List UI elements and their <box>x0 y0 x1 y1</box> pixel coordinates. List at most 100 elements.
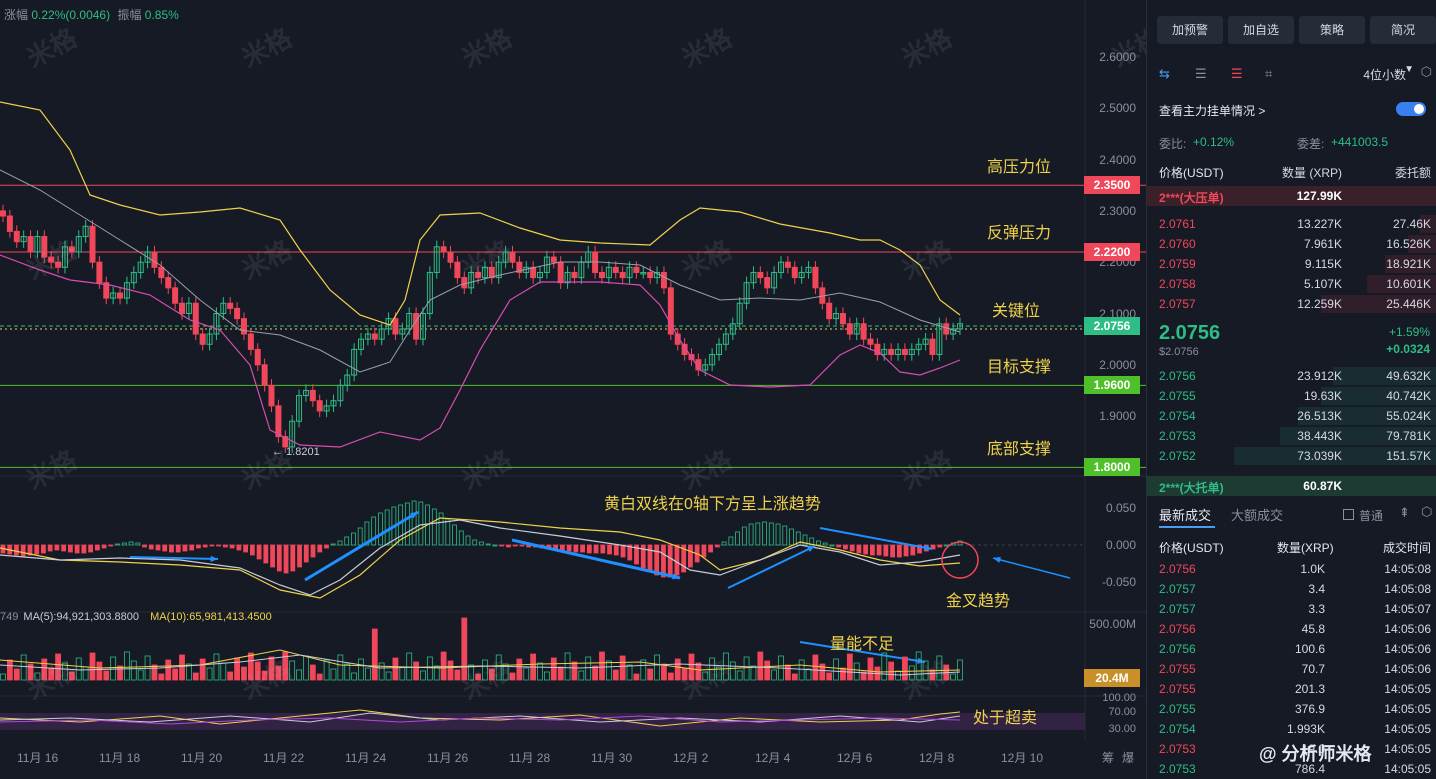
trade-row: 2.0756 1.0K 14:05:08 <box>1147 559 1436 579</box>
tab-large-trades[interactable]: 大额成交 <box>1231 505 1283 524</box>
chart-canvas[interactable] <box>0 0 1146 779</box>
big-ask-row[interactable]: 2***(大压单) 127.99K <box>1147 186 1436 206</box>
book-price: 2.0753 <box>1159 429 1196 443</box>
volume-bar <box>268 656 275 681</box>
last-price: 2.0756 <box>1159 322 1221 344</box>
candle <box>344 368 351 392</box>
layout-expand-icon[interactable]: ⌗ <box>1265 66 1283 81</box>
date-axis-label: 11月 18 <box>99 751 141 765</box>
macd-bar <box>816 540 821 546</box>
trade-price: 2.0754 <box>1159 722 1196 736</box>
trades-header: 价格(USDT) 数量(XRP) 成交时间 <box>1159 541 1431 555</box>
date-axis-label: 12月 10 <box>1001 751 1044 765</box>
macd-bar <box>202 544 208 548</box>
macd-bar <box>135 542 141 546</box>
trade-row: 2.0756 45.8 14:05:06 <box>1147 619 1436 639</box>
candle <box>660 266 667 295</box>
candle <box>185 297 192 320</box>
ask-row[interactable]: 2.0761 13.227K 27.46K <box>1147 214 1436 234</box>
macd-bar <box>452 524 457 546</box>
date-axis-label: 11月 20 <box>181 751 223 765</box>
book-amount: 40.742K <box>1386 389 1431 403</box>
macd-bar <box>620 544 626 558</box>
volume-bar <box>929 669 936 681</box>
macd-bar <box>310 544 316 558</box>
layout-bids-icon[interactable]: ☰ <box>1195 66 1213 81</box>
main-order-link[interactable]: 查看主力挂单情况 > <box>1159 102 1265 119</box>
bid-row[interactable]: 2.0756 23.912K 49.632K <box>1147 366 1436 386</box>
ask-row[interactable]: 2.0759 9.115K 18.921K <box>1147 254 1436 274</box>
macd-bar <box>445 518 451 546</box>
big-bid-row[interactable]: 2***(大托单) 60.87K <box>1147 476 1436 496</box>
top-button[interactable]: 简况 <box>1370 16 1436 44</box>
macd-bar <box>748 523 754 546</box>
layout-both-icon[interactable]: ⇆ <box>1159 66 1177 81</box>
top-button[interactable]: 策略 <box>1299 16 1365 44</box>
level-price-tag: 2.3500 <box>1084 176 1140 195</box>
ask-row[interactable]: 2.0757 12.259K 25.446K <box>1147 294 1436 314</box>
trade-time: 14:05:05 <box>1384 702 1431 716</box>
candle <box>874 338 881 361</box>
macd-bar <box>303 544 309 563</box>
ask-row[interactable]: 2.0758 5.107K 10.601K <box>1147 274 1436 294</box>
price-axis-label: 2.4000 <box>1099 152 1136 167</box>
bid-row[interactable]: 2.0752 73.039K 151.57K <box>1147 446 1436 466</box>
kline-chart[interactable]: 涨幅 0.22%(0.0046) 振幅 0.85% 米格 米格 米格 米格 米格 米格 米格… <box>0 0 1167 779</box>
macd-bar <box>849 544 855 552</box>
book-price: 2.0752 <box>1159 449 1196 463</box>
trade-price: 2.0756 <box>1159 562 1196 576</box>
date-axis-label: 11月 30 <box>591 751 633 765</box>
candle <box>454 256 461 284</box>
trade-price: 2.0756 <box>1159 622 1196 636</box>
bid-row[interactable]: 2.0753 38.443K 79.781K <box>1147 426 1436 446</box>
low-marker: ← 1.8201 <box>272 446 320 458</box>
top-button[interactable]: 加预警 <box>1157 16 1223 44</box>
normal-checkbox[interactable] <box>1343 509 1354 520</box>
change-pct: +1.59% <box>1388 325 1430 339</box>
main-order-toggle[interactable] <box>1396 102 1426 116</box>
tab-latest-trades[interactable]: 最新成交 <box>1159 505 1211 524</box>
candle <box>316 394 323 418</box>
book-amount: 55.024K <box>1386 409 1431 423</box>
trade-time: 14:05:06 <box>1384 642 1431 656</box>
bid-row[interactable]: 2.0754 26.513K 55.024K <box>1147 406 1436 426</box>
candle <box>275 399 282 443</box>
volume-bar <box>936 655 943 681</box>
volume-bar <box>840 667 846 681</box>
volume-bar <box>461 617 468 681</box>
top-button[interactable]: 加自选 <box>1228 16 1294 44</box>
decimals-select[interactable]: 4位小数 <box>1363 66 1406 83</box>
macd-bar <box>47 544 53 552</box>
candle <box>151 245 158 274</box>
volume-bar <box>488 668 495 681</box>
candle <box>736 297 743 330</box>
bid-row[interactable]: 2.0755 19.63K 40.742K <box>1147 386 1436 406</box>
macd-bar <box>863 544 869 555</box>
volume-bar <box>309 664 316 681</box>
volume-bar <box>241 666 247 681</box>
volume-bar <box>771 669 778 681</box>
settings-icon[interactable]: ⬡ <box>1421 64 1432 80</box>
candle <box>165 271 172 295</box>
ask-row[interactable]: 2.0760 7.961K 16.526K <box>1147 234 1436 254</box>
trade-time: 14:05:08 <box>1384 582 1431 596</box>
macd-bar <box>896 544 902 558</box>
candle <box>888 343 895 361</box>
settings-icon[interactable]: ⬡ <box>1421 504 1432 520</box>
filter-icon[interactable]: ⇞ <box>1399 505 1410 521</box>
volume-bar <box>592 665 599 681</box>
macd-bar <box>411 500 417 546</box>
chart-header: 涨幅 0.22%(0.0046) 振幅 0.85% <box>4 8 179 22</box>
volume-bar <box>420 670 426 681</box>
book-price: 2.0754 <box>1159 409 1196 423</box>
candle <box>908 343 915 361</box>
volume-bar <box>316 673 323 681</box>
book-qty: 9.115K <box>1304 257 1342 271</box>
candle <box>502 245 509 269</box>
layout-asks-icon[interactable]: ☰ <box>1231 66 1249 81</box>
macd-bar <box>142 544 147 548</box>
macd-bar <box>741 526 747 546</box>
candle <box>323 399 330 418</box>
volume-bar <box>757 651 764 681</box>
macd-bar <box>283 544 289 574</box>
